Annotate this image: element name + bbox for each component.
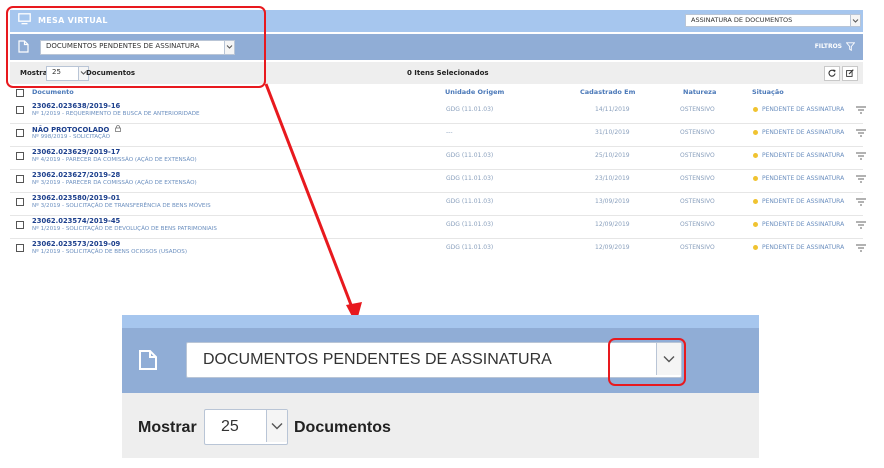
zoom-filter-bar: DOCUMENTOS PENDENTES DE ASSINATURA xyxy=(122,328,759,393)
annotation-highlight-dropdown xyxy=(608,338,686,386)
zoom-show-label: Mostrar xyxy=(138,419,197,436)
zoom-per-page-select[interactable]: 25 xyxy=(204,409,288,445)
zoom-documents-label: Documentos xyxy=(294,419,391,436)
zoom-toolbar: Mostrar 25 Documentos xyxy=(122,393,759,458)
chevron-down-icon[interactable] xyxy=(266,410,287,442)
zoom-header-strip xyxy=(122,315,759,328)
zoom-status-select-value: DOCUMENTOS PENDENTES DE ASSINATURA xyxy=(203,351,552,368)
zoom-per-page-value: 25 xyxy=(221,418,239,435)
document-icon xyxy=(139,350,157,370)
